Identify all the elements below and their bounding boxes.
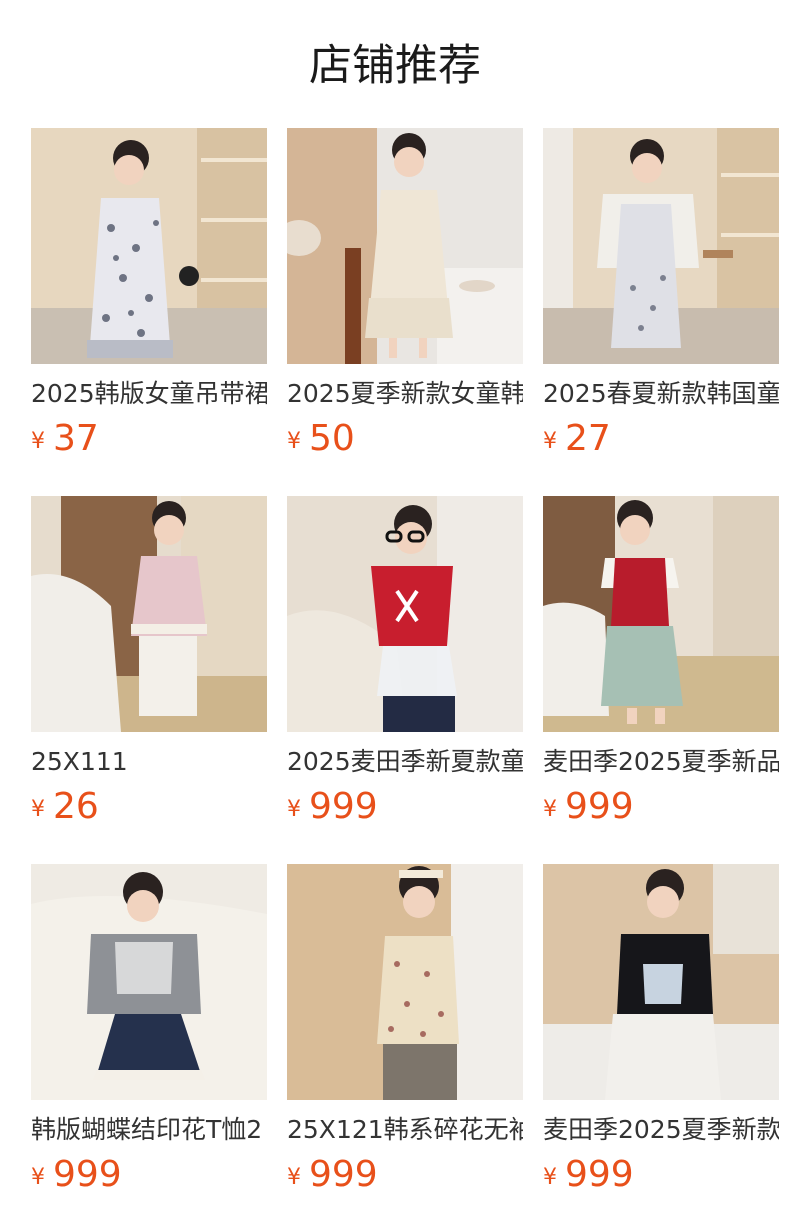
product-photo — [287, 496, 523, 732]
currency-symbol: ¥ — [543, 1165, 557, 1190]
product-grid: 2025韩版女童吊带裙 ¥37 2025夏季新款女童韩 ¥ 50 2025春夏新… — [31, 128, 779, 1232]
product-image[interactable] — [543, 128, 779, 364]
product-card[interactable]: 韩版蝴蝶结印花T恤2 ¥999 — [31, 864, 267, 1232]
product-card[interactable]: 2025麦田季新夏款童 ¥999 — [287, 496, 523, 864]
currency-symbol: ¥ — [287, 797, 301, 822]
price-amount: 27 — [565, 418, 611, 459]
product-photo — [543, 496, 779, 732]
currency-symbol: ¥ — [31, 429, 45, 454]
currency-symbol: ¥ — [543, 797, 557, 822]
currency-symbol: ¥ — [31, 1165, 45, 1190]
price-amount: 37 — [53, 418, 99, 459]
currency-symbol: ¥ — [31, 797, 45, 822]
product-name[interactable]: 韩版蝴蝶结印花T恤2 — [31, 1114, 267, 1146]
product-price: ¥999 — [287, 786, 523, 828]
product-price: ¥999 — [543, 1154, 779, 1196]
product-card[interactable]: 25X111 ¥26 — [31, 496, 267, 864]
product-photo — [31, 496, 267, 732]
product-price: ¥999 — [287, 1154, 523, 1196]
product-price: ¥37 — [31, 418, 267, 460]
price-amount: 999 — [53, 1154, 122, 1195]
product-photo — [543, 128, 779, 364]
product-name[interactable]: 25X111 — [31, 746, 267, 778]
price-amount: 999 — [565, 786, 634, 827]
price-amount: 999 — [565, 1154, 634, 1195]
product-image[interactable] — [287, 864, 523, 1100]
price-amount: 999 — [309, 786, 378, 827]
price-amount: 999 — [309, 1154, 378, 1195]
product-card[interactable]: 麦田季2025夏季新款 ¥999 — [543, 864, 779, 1232]
product-price: ¥999 — [543, 786, 779, 828]
price-amount: 50 — [309, 418, 355, 459]
product-card[interactable]: 2025韩版女童吊带裙 ¥37 — [31, 128, 267, 496]
product-name[interactable]: 2025夏季新款女童韩 — [287, 378, 523, 410]
page-title: 店铺推荐 — [309, 41, 481, 91]
product-price: ¥27 — [543, 418, 779, 460]
product-card[interactable]: 2025春夏新款韩国童 ¥27 — [543, 128, 779, 496]
product-photo — [287, 864, 523, 1100]
product-price: ¥999 — [31, 1154, 267, 1196]
product-image[interactable] — [31, 128, 267, 364]
product-image[interactable] — [287, 496, 523, 732]
product-card[interactable]: 2025夏季新款女童韩 ¥50 — [287, 128, 523, 496]
currency-symbol: ¥ — [287, 1165, 301, 1190]
product-name[interactable]: 2025春夏新款韩国童 — [543, 378, 779, 410]
product-photo — [287, 128, 523, 364]
price-amount: 26 — [53, 786, 99, 827]
product-image[interactable] — [31, 864, 267, 1100]
product-name[interactable]: 25X121韩系碎花无袖 — [287, 1114, 523, 1146]
product-card[interactable]: 麦田季2025夏季新品 ¥999 — [543, 496, 779, 864]
product-price: ¥26 — [31, 786, 267, 828]
product-name[interactable]: 2025麦田季新夏款童 — [287, 746, 523, 778]
product-photo — [31, 128, 267, 364]
product-image[interactable] — [31, 496, 267, 732]
product-name[interactable]: 2025韩版女童吊带裙 — [31, 378, 267, 410]
currency-symbol: ¥ — [287, 429, 301, 454]
product-name[interactable]: 麦田季2025夏季新品 — [543, 746, 779, 778]
product-photo — [543, 864, 779, 1100]
currency-symbol: ¥ — [543, 429, 557, 454]
product-price: ¥50 — [287, 418, 523, 460]
product-name[interactable]: 麦田季2025夏季新款 — [543, 1114, 779, 1146]
product-image[interactable] — [287, 128, 523, 364]
product-photo — [31, 864, 267, 1100]
product-card[interactable]: 25X121韩系碎花无袖 ¥999 — [287, 864, 523, 1232]
product-image[interactable] — [543, 496, 779, 732]
product-image[interactable] — [543, 864, 779, 1100]
